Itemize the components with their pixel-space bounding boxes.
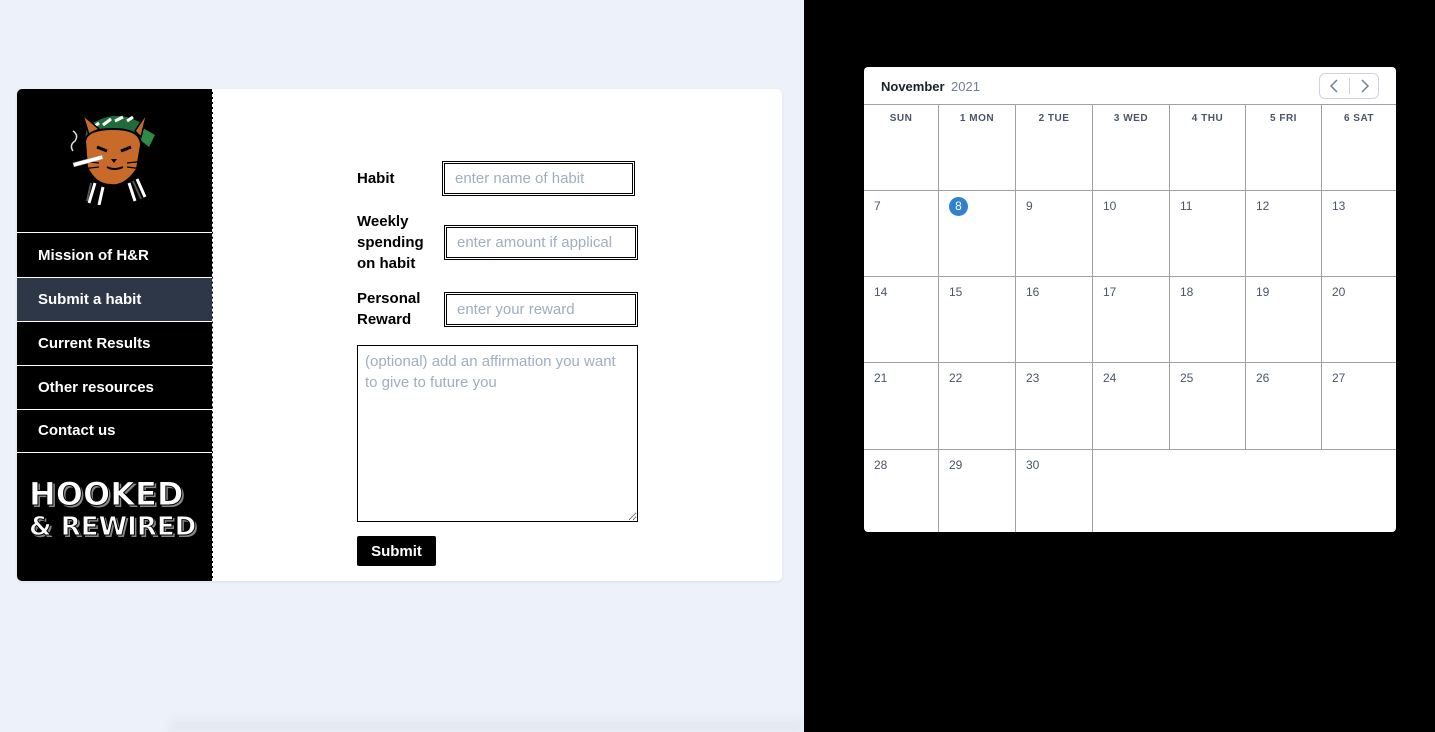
calendar-day-cell[interactable]: 12 [1246,191,1322,277]
calendar-header-cell: 1 MON [939,105,1016,191]
affirmation-textarea[interactable] [357,345,638,522]
calendar-day-header: 5 FRI [1270,113,1297,124]
main-card: Mission of H&R Submit a habit Current Re… [17,89,782,581]
calendar-nav [1319,73,1379,99]
chevron-right-icon[interactable] [1350,74,1379,98]
reward-label: Personal Reward [357,290,421,328]
calendar-day-cell[interactable]: 17 [1093,277,1170,363]
nav-item-other-resources[interactable]: Other resources [17,366,212,410]
calendar-day-cell[interactable]: 16 [1016,277,1093,363]
calendar-day-cell[interactable]: 15 [939,277,1016,363]
logo-area [17,89,212,233]
habit-input[interactable] [442,161,635,196]
calendar-date: 7 [874,199,881,213]
calendar-day-cell[interactable]: 25 [1170,363,1246,450]
calendar-day-cell[interactable]: 19 [1246,277,1322,363]
calendar-date: 30 [1026,458,1040,472]
calendar-date: 27 [1332,371,1346,385]
calendar-header-cell: 4 THU [1170,105,1246,191]
nav-item-submit-habit[interactable]: Submit a habit [17,278,212,322]
calendar-date: 26 [1256,371,1270,385]
calendar-day-cell[interactable]: 24 [1093,363,1170,450]
svg-text:HOOKED: HOOKED [29,475,183,513]
chevron-left-icon[interactable] [1320,74,1349,98]
spending-input[interactable] [444,225,638,260]
calendar-date: 18 [1180,285,1194,299]
cat-logo-icon [70,112,155,205]
calendar-date: 28 [874,458,888,472]
calendar-date: 11 [1180,199,1193,213]
calendar-date: 23 [1026,371,1040,385]
nav-item-contact[interactable]: Contact us [17,409,212,453]
calendar-header-cell: 5 FRI [1246,105,1322,191]
calendar-day-header: 3 WED [1113,113,1149,124]
calendar-day-cell[interactable]: 13 [1322,191,1396,277]
calendar-day-cell[interactable]: 7 [864,191,939,277]
calendar-today-date: 8 [949,197,968,216]
calendar-header-cell: 2 TUE [1016,105,1093,191]
calendar-date: 21 [874,371,888,385]
nav-item-current-results[interactable]: Current Results [17,322,212,366]
svg-text:& REWIRED: & REWIRED [29,512,196,542]
calendar-day-cell[interactable]: 10 [1093,191,1170,277]
calendar-day-cell[interactable]: 20 [1322,277,1396,363]
calendar-day-cell[interactable]: 22 [939,363,1016,450]
calendar-date: 15 [949,285,963,299]
calendar-day-cell[interactable]: 11 [1170,191,1246,277]
calendar-day-cell[interactable]: 27 [1322,363,1396,450]
calendar-day-cell[interactable]: 30 [1016,450,1093,532]
calendar-date: 12 [1256,199,1270,213]
calendar-day-cell[interactable]: 21 [864,363,939,450]
calendar-day-header: 4 THU [1191,113,1224,124]
nav-item-mission[interactable]: Mission of H&R [17,234,212,278]
calendar-date: 17 [1103,285,1117,299]
calendar-day-cell[interactable]: 28 [864,450,939,532]
calendar-date: 20 [1332,285,1346,299]
calendar-date: 14 [874,285,888,299]
calendar-date: 29 [949,458,963,472]
calendar-day-header: 1 MON [959,113,995,124]
calendar-day-header: SUN [889,113,913,124]
calendar-day-cell[interactable]: 18 [1170,277,1246,363]
calendar-date: 9 [1026,199,1033,213]
calendar-date: 19 [1256,285,1270,299]
calendar-header: November 2021 [864,67,1396,104]
calendar-header-cell: 6 SAT [1322,105,1396,191]
calendar-day-cell[interactable]: 9 [1016,191,1093,277]
calendar-date: 22 [949,371,963,385]
shadow [170,712,804,732]
calendar-day-cell[interactable]: 14 [864,277,939,363]
sidebar: Mission of H&R Submit a habit Current Re… [17,89,213,581]
calendar-day-cell[interactable]: 23 [1016,363,1093,450]
calendar-day-cell[interactable]: 8 [939,191,1016,277]
calendar-header-cell: 3 WED [1093,105,1170,191]
submit-button[interactable]: Submit [357,536,436,566]
calendar-month: November [881,79,945,94]
calendar-date: 16 [1026,285,1040,299]
calendar: November 2021 SUN 1 MON 2 TUE 3 WED 4 THU 5 F… [864,67,1396,532]
calendar-header-cell: SUN [864,105,939,191]
calendar-day-cell[interactable]: 26 [1246,363,1322,450]
calendar-year: 2021 [951,79,980,94]
calendar-day-cell[interactable]: 29 [939,450,1016,532]
hooked-rewired-wordmark: HOOKED HOOKED & REWIRED & REWIRED [29,475,198,545]
calendar-grid: SUN 1 MON 2 TUE 3 WED 4 THU 5 FRI 6 SAT 7 8 9 10 11… [864,104,1396,532]
calendar-date: 25 [1180,371,1194,385]
reward-input[interactable] [444,292,638,327]
calendar-day-header: 2 TUE [1038,113,1070,124]
calendar-date: 24 [1103,371,1117,385]
calendar-date: 10 [1103,199,1117,213]
spending-label: Weekly spending on habit [357,213,424,272]
habit-form: Habit Weekly spending on habit Personal … [213,89,782,581]
calendar-day-header: 6 SAT [1343,113,1375,124]
calendar-date: 13 [1332,199,1346,213]
habit-label: Habit [357,170,395,187]
